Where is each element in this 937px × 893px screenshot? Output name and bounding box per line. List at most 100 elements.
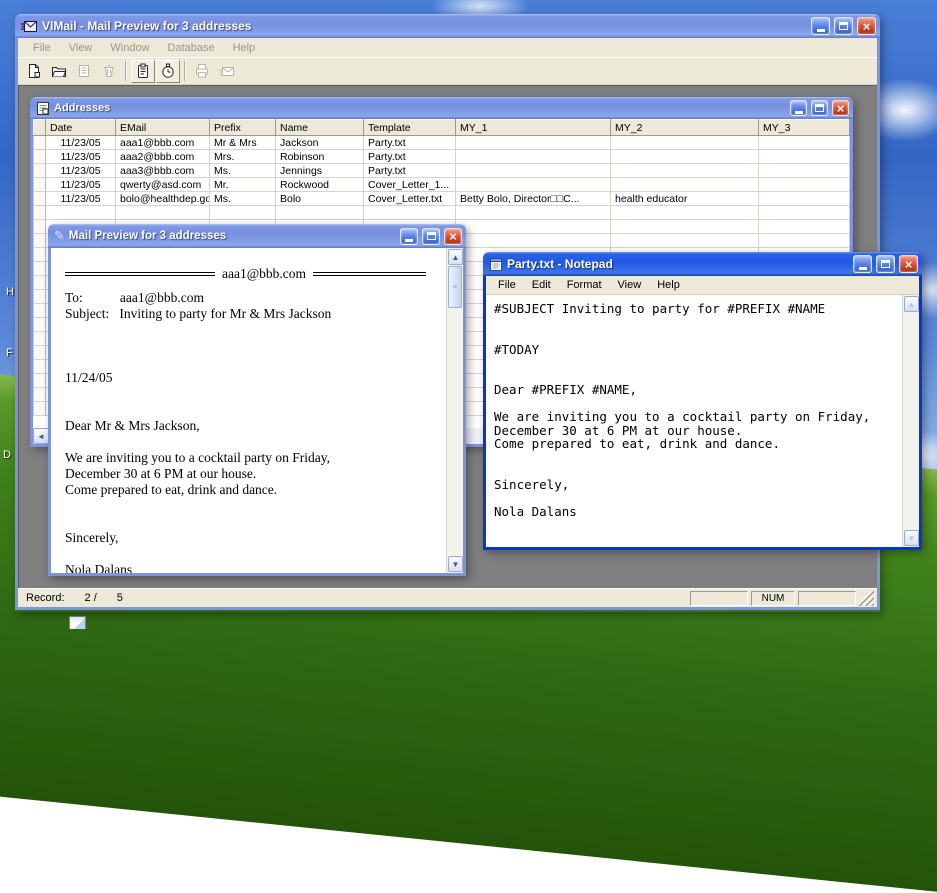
close-button[interactable]: ×: [899, 255, 918, 273]
maximize-button[interactable]: [422, 228, 440, 245]
notepad-vertical-scrollbar[interactable]: ▲ ▼: [902, 295, 919, 547]
cell: [759, 220, 850, 234]
maximize-button[interactable]: [834, 17, 853, 35]
column-header-prefix[interactable]: Prefix: [210, 120, 276, 136]
row-selector: [34, 164, 46, 178]
cell: aaa2@bbb.com: [116, 150, 210, 164]
scroll-thumb[interactable]: ≡: [448, 266, 462, 308]
address-row[interactable]: 11/23/05aaa3@bbb.comMs.JenningsParty.txt: [34, 164, 850, 178]
minimize-button[interactable]: [853, 255, 872, 273]
scroll-up-button[interactable]: ▲: [448, 249, 463, 265]
cell: [759, 234, 850, 248]
menu-database[interactable]: Database: [159, 40, 224, 56]
row-selector: [34, 290, 46, 304]
text-line: Nola Dalans: [494, 505, 901, 519]
vimail-titlebar[interactable]: VIMail - Mail Preview for 3 addresses ×: [15, 14, 880, 38]
row-selector: [34, 388, 46, 402]
cell: [456, 164, 611, 178]
resize-grip[interactable]: [859, 591, 874, 606]
menu-help[interactable]: Help: [649, 277, 688, 293]
preview-titlebar[interactable]: ✎ Mail Preview for 3 addresses ×: [48, 224, 466, 248]
row-selector: [34, 192, 46, 206]
clipboard-preview-button[interactable]: [131, 60, 155, 83]
address-row[interactable]: 11/23/05aaa2@bbb.comMrs.RobinsonParty.tx…: [34, 150, 850, 164]
maximize-button[interactable]: [811, 100, 828, 116]
cell: [611, 164, 759, 178]
schedule-clock-button[interactable]: [156, 60, 180, 83]
close-button[interactable]: ×: [832, 100, 849, 116]
scroll-down-button[interactable]: ▼: [904, 530, 919, 546]
scroll-track[interactable]: [447, 308, 463, 555]
row-selector: [34, 136, 46, 150]
maximize-button[interactable]: [876, 255, 895, 273]
scroll-down-button[interactable]: ▼: [448, 556, 463, 572]
main-toolbar: [18, 58, 877, 85]
text-line: 11/24/05: [65, 370, 442, 386]
cell: [456, 136, 611, 150]
cell: 11/23/05: [46, 164, 116, 178]
column-header-my_3[interactable]: MY_3: [759, 120, 850, 136]
cell: Jackson: [276, 136, 364, 150]
row-selector: [34, 374, 46, 388]
cell: [364, 206, 456, 220]
open-folder-icon: [51, 63, 67, 79]
minimize-button[interactable]: [790, 100, 807, 116]
empty-row[interactable]: [34, 206, 850, 220]
text-line: Come prepared to eat, drink and dance.: [65, 482, 442, 498]
text-line: December 30 at 6 PM at our house.: [494, 424, 901, 438]
addresses-titlebar[interactable]: Addresses ×: [30, 97, 853, 119]
desktop-icon-label-fragment: F: [6, 347, 13, 359]
new-document-button[interactable]: [22, 60, 46, 83]
notepad-content[interactable]: #SUBJECT Inviting to party for #PREFIX #…: [486, 295, 919, 547]
menu-file[interactable]: File: [490, 277, 524, 293]
menu-view[interactable]: View: [610, 277, 650, 293]
open-folder-button[interactable]: [47, 60, 71, 83]
notepad-text[interactable]: #SUBJECT Inviting to party for #PREFIX #…: [486, 295, 901, 547]
menu-edit[interactable]: Edit: [524, 277, 559, 293]
column-header-email[interactable]: EMail: [116, 120, 210, 136]
cell: [276, 206, 364, 220]
column-header-my_2[interactable]: MY_2: [611, 120, 759, 136]
text-line: [65, 546, 442, 562]
text-line: Sincerely,: [494, 478, 901, 492]
desktop-document-icon[interactable]: [69, 616, 86, 629]
clipboard-preview-icon: [135, 63, 151, 79]
cell: [611, 234, 759, 248]
delete-icon: [101, 63, 117, 79]
table-header-row: DateEMailPrefixNameTemplateMY_1MY_2MY_3: [34, 120, 850, 136]
row-selector: [34, 178, 46, 192]
address-row[interactable]: 11/23/05aaa1@bbb.comMr & MrsJacksonParty…: [34, 136, 850, 150]
address-row[interactable]: 11/23/05qwerty@asd.comMr.RockwoodCover_L…: [34, 178, 850, 192]
address-row[interactable]: 11/23/05bolo@healthdep.govMs.BoloCover_L…: [34, 192, 850, 206]
scroll-track[interactable]: [903, 313, 919, 529]
cell: 11/23/05: [46, 192, 116, 206]
column-header-my_1[interactable]: MY_1: [456, 120, 611, 136]
preview-vertical-scrollbar[interactable]: ▲ ≡ ▼: [446, 248, 463, 573]
column-header-template[interactable]: Template: [364, 120, 456, 136]
text-line: [494, 356, 901, 370]
cell: bolo@healthdep.gov: [116, 192, 210, 206]
menu-help[interactable]: Help: [224, 40, 265, 56]
menu-view[interactable]: View: [60, 40, 102, 56]
minimize-button[interactable]: [811, 17, 830, 35]
cell: Mr.: [210, 178, 276, 192]
cell: Rockwood: [276, 178, 364, 192]
row-selector: [34, 402, 46, 416]
scroll-left-button[interactable]: ◄: [33, 428, 49, 444]
menu-format[interactable]: Format: [559, 277, 610, 293]
column-header-name[interactable]: Name: [276, 120, 364, 136]
cell: aaa1@bbb.com: [116, 136, 210, 150]
close-button[interactable]: ×: [444, 228, 462, 245]
record-total: 5: [117, 592, 123, 604]
record-label: Record:: [26, 592, 65, 604]
close-button[interactable]: ×: [857, 17, 876, 35]
status-bar: Record:2 /5 NUM: [18, 588, 877, 607]
minimize-button[interactable]: [400, 228, 418, 245]
cell: [611, 206, 759, 220]
menu-file[interactable]: File: [24, 40, 60, 56]
notepad-titlebar[interactable]: Party.txt - Notepad ×: [483, 252, 922, 276]
scroll-up-button[interactable]: ▲: [904, 296, 919, 312]
column-header-date[interactable]: Date: [46, 120, 116, 136]
status-cell: [690, 591, 748, 606]
menu-window[interactable]: Window: [101, 40, 158, 56]
